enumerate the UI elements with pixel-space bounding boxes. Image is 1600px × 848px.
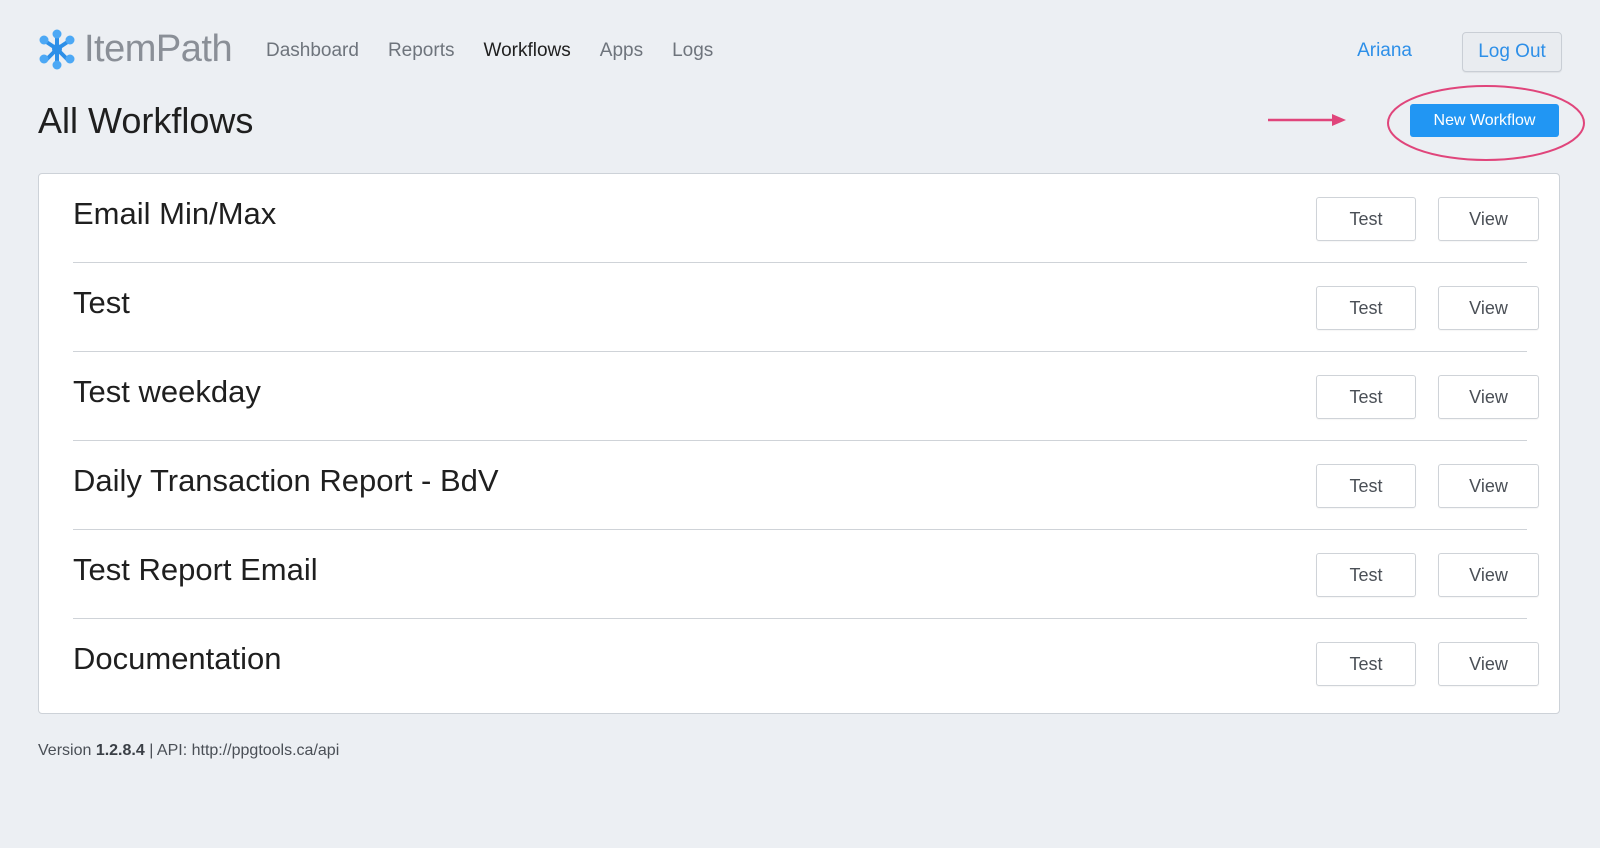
- workflow-row: Documentation Test View: [73, 619, 1539, 708]
- test-workflow-button[interactable]: Test: [1316, 553, 1416, 597]
- nav-item-logs[interactable]: Logs: [672, 40, 713, 62]
- user-name-link[interactable]: Ariana: [1357, 40, 1412, 62]
- workflow-name: Email Min/Max: [73, 196, 277, 231]
- test-workflow-button[interactable]: Test: [1316, 642, 1416, 686]
- workflow-name: Test Report Email: [73, 552, 318, 587]
- workflow-row: Test weekday Test View: [73, 352, 1539, 441]
- app-logo[interactable]: ItemPath: [38, 26, 233, 72]
- workflow-row: Test Test View: [73, 263, 1539, 352]
- workflow-name: Daily Transaction Report - BdV: [73, 463, 499, 498]
- logo-text: ItemPath: [84, 27, 233, 70]
- workflow-name: Documentation: [73, 641, 282, 676]
- view-workflow-button[interactable]: View: [1438, 286, 1539, 330]
- test-workflow-button[interactable]: Test: [1316, 286, 1416, 330]
- api-info: | API: http://ppgtools.ca/api: [144, 742, 340, 759]
- workflow-name: Test: [73, 285, 130, 320]
- view-workflow-button[interactable]: View: [1438, 197, 1539, 241]
- workflow-list: Email Min/Max Test View Test Test View T…: [38, 173, 1560, 714]
- view-workflow-button[interactable]: View: [1438, 553, 1539, 597]
- nav-item-reports[interactable]: Reports: [388, 40, 455, 62]
- workflow-name: Test weekday: [73, 374, 261, 409]
- molecule-logo-icon: [38, 28, 76, 70]
- logout-button[interactable]: Log Out: [1462, 32, 1562, 72]
- test-workflow-button[interactable]: Test: [1316, 375, 1416, 419]
- workflow-row: Daily Transaction Report - BdV Test View: [73, 441, 1539, 530]
- page-title: All Workflows: [38, 100, 254, 141]
- test-workflow-button[interactable]: Test: [1316, 464, 1416, 508]
- annotation-arrow-icon: [1268, 114, 1346, 126]
- nav-item-apps[interactable]: Apps: [600, 40, 643, 62]
- main-nav: Dashboard Reports Workflows Apps Logs: [266, 40, 742, 62]
- nav-item-workflows[interactable]: Workflows: [483, 40, 570, 62]
- view-workflow-button[interactable]: View: [1438, 464, 1539, 508]
- footer-version-info: Version 1.2.8.4 | API: http://ppgtools.c…: [38, 742, 339, 760]
- view-workflow-button[interactable]: View: [1438, 375, 1539, 419]
- nav-item-dashboard[interactable]: Dashboard: [266, 40, 359, 62]
- test-workflow-button[interactable]: Test: [1316, 197, 1416, 241]
- version-prefix: Version: [38, 742, 96, 759]
- new-workflow-button[interactable]: New Workflow: [1410, 104, 1559, 137]
- workflow-row: Test Report Email Test View: [73, 530, 1539, 619]
- view-workflow-button[interactable]: View: [1438, 642, 1539, 686]
- workflow-row: Email Min/Max Test View: [73, 174, 1539, 263]
- version-number: 1.2.8.4: [95, 742, 145, 759]
- top-bar: ItemPath Dashboard Reports Workflows App…: [38, 24, 1562, 80]
